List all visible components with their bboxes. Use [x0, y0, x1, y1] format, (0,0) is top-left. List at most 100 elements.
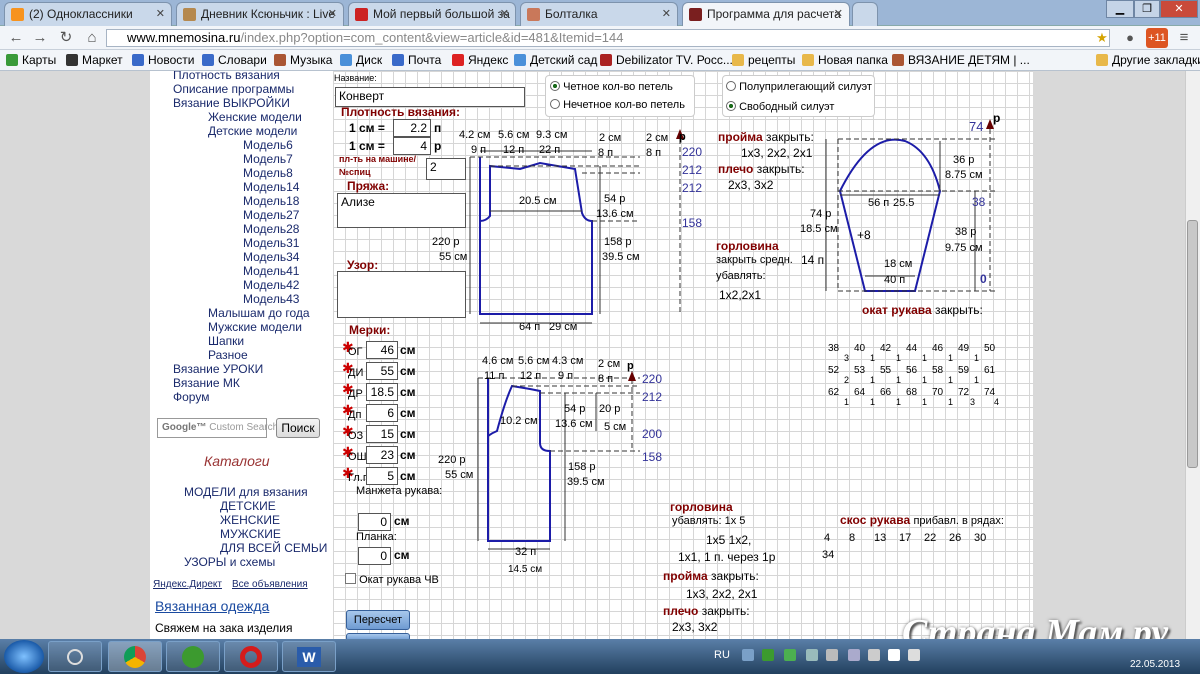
taskbar-media[interactable] — [48, 641, 102, 672]
wrench-menu-icon[interactable]: ≡ — [1174, 28, 1194, 48]
extension-icon[interactable]: ● — [1120, 28, 1140, 48]
front-label: 212 — [642, 390, 663, 404]
tab-first-big[interactable]: Мой первый большой за ✕ — [348, 2, 516, 26]
sleeve-table-sub: 1 — [870, 397, 876, 407]
reload-icon[interactable]: ↻ — [56, 28, 76, 48]
tray-icon[interactable] — [784, 649, 796, 661]
close-icon[interactable]: ✕ — [834, 3, 843, 25]
taskbar-opera[interactable] — [224, 641, 278, 672]
sleeve-cap-title-text: окат рукава — [862, 303, 932, 317]
new-tab-button[interactable] — [852, 2, 878, 26]
front-label: 8 п — [598, 373, 614, 385]
bookmark-market[interactable]: Маркет — [66, 50, 123, 70]
tab-diary[interactable]: Дневник Ксюньчик : Live ✕ — [176, 2, 344, 26]
armhole-close-text: закрыть: — [766, 130, 814, 144]
close-icon[interactable]: ✕ — [662, 3, 671, 25]
close-window-button[interactable]: ✕ — [1160, 0, 1198, 18]
sleeve-table-cell: 58 — [932, 365, 944, 376]
sleeve-table-cell: 61 — [984, 365, 996, 376]
star-bookmark-icon[interactable]: ★ — [1092, 28, 1112, 48]
front-piece-diagram — [477, 371, 640, 550]
sleeve-table-cell: 38 — [828, 343, 840, 354]
network-icon[interactable] — [888, 649, 900, 661]
tray-icon[interactable] — [826, 649, 838, 661]
scrollbar-thumb[interactable] — [1187, 220, 1198, 468]
bookmark-other[interactable]: Другие закладки — [1096, 50, 1200, 70]
language-indicator[interactable]: RU — [714, 649, 730, 661]
front-label: 4.3 см — [552, 355, 584, 367]
front-armhole-close: закрыть: — [711, 569, 759, 583]
sleeve-label: 56 п — [868, 197, 890, 209]
sleeve-table-sub: 1 — [870, 353, 876, 363]
tray-icon[interactable] — [806, 649, 818, 661]
sleeve-table-cell: 59 — [958, 365, 970, 376]
sleeve-table-cell: 50 — [984, 343, 996, 354]
back-label: 5.6 см — [498, 129, 530, 141]
sleeve-table-cell: 44 — [906, 343, 918, 354]
bookmark-label: Почта — [408, 53, 442, 67]
volume-icon[interactable] — [908, 649, 920, 661]
close-icon[interactable]: ✕ — [156, 3, 165, 25]
sleeve-table-sub: 1 — [896, 353, 902, 363]
bookmark-kindergarten[interactable]: Детский сад — [514, 50, 597, 70]
start-button[interactable] — [4, 640, 44, 673]
bookmark-dictionaries[interactable]: Словари — [202, 50, 267, 70]
sleeve-table-cell: 52 — [828, 365, 840, 376]
market-icon — [66, 54, 78, 66]
browser-tab-bar: (2) Одноклассники ✕ Дневник Ксюньчик : L… — [0, 0, 1200, 26]
front-neck-line2: 1х1, 1 п. через 1р — [678, 550, 776, 564]
utorrent-icon — [182, 646, 204, 668]
tray-icon[interactable] — [742, 649, 754, 661]
bookmark-news[interactable]: Новости — [132, 50, 194, 70]
url-path: /index.php?option=com_content&view=artic… — [240, 30, 624, 45]
bookmark-label: Музыка — [290, 53, 333, 67]
notification-icon[interactable]: +11 — [1146, 28, 1168, 48]
tray-icon[interactable] — [848, 649, 860, 661]
sleeve-table-sub: 1 — [922, 375, 928, 385]
slope-value: 17 — [899, 532, 912, 544]
date-display: 22.05.2013 — [1130, 659, 1181, 670]
neck-close-value: 14 п — [801, 253, 825, 267]
sleeve-label: 40 п — [884, 274, 906, 286]
maximize-button[interactable]: ❐ — [1134, 0, 1160, 18]
sleeve-label: 38 р — [955, 226, 977, 238]
bookmark-mail[interactable]: Почта — [392, 50, 441, 70]
taskbar-chrome[interactable] — [108, 641, 162, 672]
front-label: 5.6 см — [518, 355, 550, 367]
tab-boltalka[interactable]: Болталка ✕ — [520, 2, 678, 26]
bookmark-debilizator[interactable]: Debilizator TV. Росс... — [600, 50, 733, 70]
bookmark-yandex[interactable]: Яндекс — [452, 50, 508, 70]
bookmark-disk[interactable]: Диск — [340, 50, 382, 70]
sleeve-table-sub: 2 — [844, 375, 850, 385]
sleeve-label: 9.75 см — [945, 242, 983, 254]
forward-arrow-icon[interactable]: → — [30, 28, 50, 48]
close-icon[interactable]: ✕ — [500, 3, 509, 25]
maps-icon — [6, 54, 18, 66]
address-bar[interactable]: www.mnemosina.ru/index.php?option=com_co… — [106, 29, 1110, 47]
back-label: 220 — [682, 145, 703, 159]
sleeve-label: 0 — [980, 272, 987, 286]
tab-odnoklassniki[interactable]: (2) Одноклассники ✕ — [4, 2, 172, 26]
bookmark-music[interactable]: Музыка — [274, 50, 332, 70]
utorrent-tray-icon[interactable] — [762, 649, 774, 661]
back-label: 8 п — [598, 147, 614, 159]
home-icon[interactable]: ⌂ — [82, 28, 102, 48]
bookmark-new-folder[interactable]: Новая папка — [802, 50, 888, 70]
bookmark-label: Диск — [356, 53, 383, 67]
tray-icon[interactable] — [868, 649, 880, 661]
front-label: 12 п — [520, 370, 542, 382]
front-label: 10.2 см — [500, 415, 538, 427]
sleeve-table-sub: 1 — [948, 353, 954, 363]
bookmark-maps[interactable]: Карты — [6, 50, 56, 70]
taskbar-word[interactable]: W — [282, 641, 336, 672]
front-neck-title: горловина — [670, 500, 733, 514]
minimize-button[interactable]: ▁ — [1106, 0, 1134, 18]
bookmark-recipes[interactable]: рецепты — [732, 50, 795, 70]
back-arrow-icon[interactable]: ← — [6, 28, 26, 48]
bookmark-knitting-kids[interactable]: ВЯЗАНИЕ ДЕТЯМ | ... — [892, 50, 1030, 70]
close-icon[interactable]: ✕ — [328, 3, 337, 25]
back-label: 39.5 см — [602, 251, 640, 263]
slope-value: 30 — [974, 532, 987, 544]
tab-program[interactable]: Программа для расчета ✕ — [682, 2, 850, 26]
taskbar-utorrent[interactable] — [166, 641, 220, 672]
